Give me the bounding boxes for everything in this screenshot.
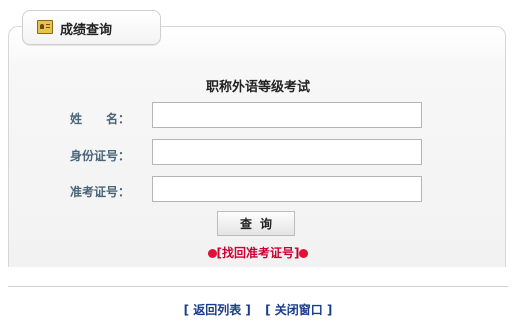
name-label: 姓 名： <box>70 112 131 126</box>
footer-links: [ 返回列表 ] [ 关闭窗口 ] <box>0 301 516 318</box>
find-ticket-number-link[interactable]: [找回准考证号] <box>0 244 516 261</box>
exam-title: 职称外语等级考试 <box>205 80 310 95</box>
ticket-number-input[interactable] <box>152 176 422 202</box>
ticket-number-label: 准考证号： <box>70 185 131 199</box>
find-ticket-number-text[interactable]: [找回准考证号] <box>217 246 300 260</box>
tab-score-query: 成绩查询 <box>22 10 161 45</box>
tab-title: 成绩查询 <box>60 23 113 38</box>
red-dot-icon <box>207 249 217 258</box>
name-input[interactable] <box>152 102 422 128</box>
query-button[interactable]: 查询 <box>217 211 295 236</box>
id-number-input[interactable] <box>152 139 422 165</box>
back-to-list-link[interactable]: [ 返回列表 ] <box>184 303 251 317</box>
divider <box>8 286 508 287</box>
id-number-label: 身份证号： <box>70 149 131 163</box>
close-window-link[interactable]: [ 关闭窗口 ] <box>265 303 332 317</box>
red-dot-icon <box>299 249 309 258</box>
id-card-icon <box>37 20 53 34</box>
